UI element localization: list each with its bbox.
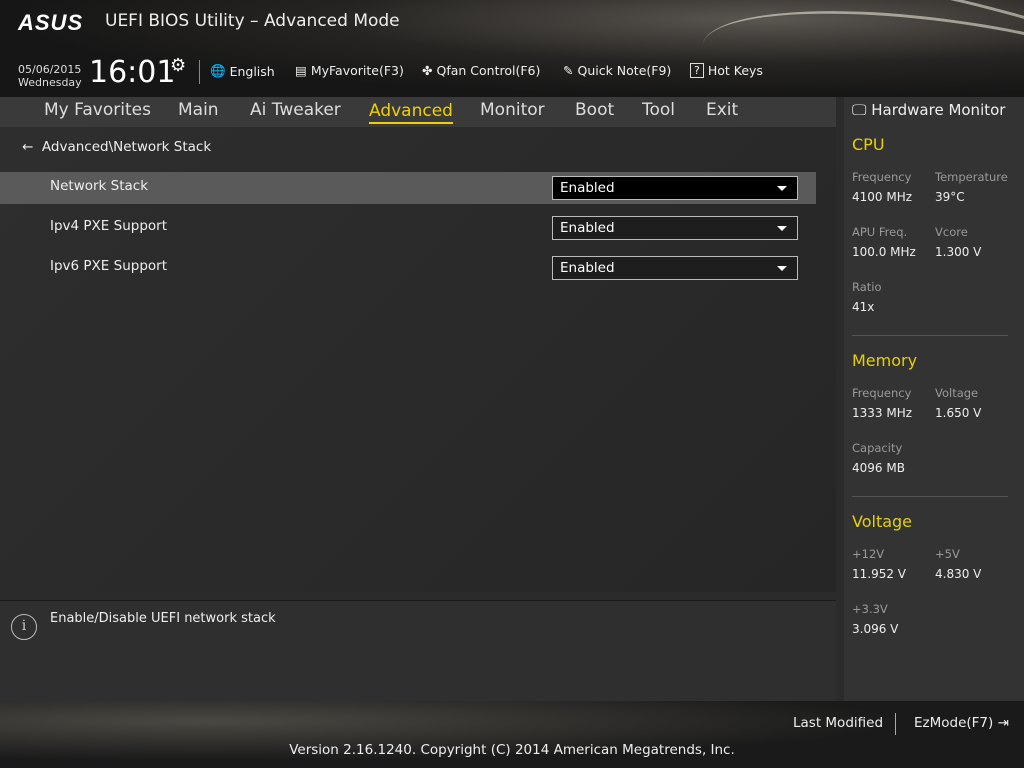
- dropdown-value: Enabled: [560, 180, 615, 196]
- setting-row-network-stack[interactable]: Network Stack Enabled: [0, 172, 816, 204]
- setting-label: Network Stack: [50, 178, 149, 194]
- tab-advanced[interactable]: Advanced: [369, 97, 453, 124]
- label: Qfan Control(F6): [436, 63, 541, 78]
- hw-title-text: Hardware Monitor: [871, 101, 1006, 119]
- myfavorite-button[interactable]: ▤ MyFavorite(F3): [295, 63, 404, 78]
- label: Hot Keys: [707, 63, 763, 78]
- footer: Last Modified EzMode(F7) ⇥ Version 2.16.…: [0, 701, 1024, 768]
- dropdown-value: Enabled: [560, 260, 615, 276]
- hardware-monitor: 🖵 Hardware Monitor CPU Frequency 4100 MH…: [844, 97, 1024, 701]
- label: Capacity: [852, 441, 903, 455]
- ipv6-pxe-dropdown[interactable]: Enabled: [552, 256, 798, 280]
- monitor-icon: 🖵: [852, 101, 867, 119]
- value: 1333 MHz: [852, 406, 913, 420]
- divider: [895, 713, 896, 735]
- value: 1.300 V: [935, 245, 982, 259]
- value: 39°C: [935, 190, 965, 204]
- label: Quick Note(F9): [577, 63, 672, 78]
- note-icon: ✎: [563, 63, 574, 78]
- value: 4100 MHz: [852, 190, 913, 204]
- main-tabs: My Favorites Main Ai Tweaker Advanced Mo…: [0, 97, 836, 127]
- cpu-heading: CPU: [852, 135, 885, 154]
- label: +5V: [935, 547, 960, 561]
- tab-my-favorites[interactable]: My Favorites: [44, 97, 151, 120]
- settings-panel: ← Advanced\Network Stack Network Stack En…: [0, 127, 836, 592]
- label: English: [229, 63, 275, 79]
- hw-title: 🖵 Hardware Monitor: [852, 101, 1005, 119]
- value: 41x: [852, 300, 875, 314]
- favorite-list-icon: ▤: [295, 63, 307, 78]
- setting-label: Ipv6 PXE Support: [50, 258, 167, 274]
- network-stack-dropdown[interactable]: Enabled: [552, 176, 798, 200]
- day-text: Wednesday: [18, 76, 82, 89]
- breadcrumb-text: Advanced\Network Stack: [41, 139, 212, 155]
- app-title: UEFI BIOS Utility – Advanced Mode: [105, 11, 400, 31]
- divider: [852, 335, 1008, 336]
- setting-label: Ipv4 PXE Support: [50, 218, 167, 234]
- info-icon: i: [11, 614, 37, 640]
- chevron-down-icon: [777, 186, 787, 191]
- divider: [852, 496, 1008, 497]
- dropdown-value: Enabled: [560, 220, 615, 236]
- breadcrumb[interactable]: ← Advanced\Network Stack: [22, 139, 211, 155]
- label: Ratio: [852, 280, 882, 294]
- ezmode-button[interactable]: EzMode(F7) ⇥: [914, 715, 1009, 731]
- help-panel: i Enable/Disable UEFI network stack: [0, 600, 836, 701]
- date-text: 05/06/2015: [18, 63, 82, 76]
- label: Frequency: [852, 386, 912, 400]
- value: 4.830 V: [935, 567, 982, 581]
- clock: 16:01: [89, 55, 176, 90]
- help-text: Enable/Disable UEFI network stack: [50, 611, 276, 626]
- ipv4-pxe-dropdown[interactable]: Enabled: [552, 216, 798, 240]
- value: 3.096 V: [852, 622, 899, 636]
- tab-tool[interactable]: Tool: [642, 97, 675, 120]
- label: APU Freq.: [852, 225, 908, 239]
- label: MyFavorite(F3): [310, 63, 404, 78]
- gear-icon[interactable]: ⚙: [170, 55, 186, 76]
- memory-heading: Memory: [852, 351, 918, 370]
- fan-icon: ✤: [422, 63, 433, 78]
- tab-main[interactable]: Main: [178, 97, 219, 120]
- divider: [199, 60, 200, 84]
- value: 4096 MB: [852, 461, 905, 475]
- value: 100.0 MHz: [852, 245, 916, 259]
- label: +3.3V: [852, 602, 888, 616]
- voltage-heading: Voltage: [852, 512, 913, 531]
- tab-exit[interactable]: Exit: [706, 97, 738, 120]
- label: +12V: [852, 547, 885, 561]
- tab-ai-tweaker[interactable]: Ai Tweaker: [250, 97, 341, 120]
- label: Frequency: [852, 170, 912, 184]
- setting-row-ipv4-pxe[interactable]: Ipv4 PXE Support Enabled: [0, 212, 816, 244]
- version-text: Version 2.16.1240. Copyright (C) 2014 Am…: [289, 742, 735, 758]
- chevron-down-icon: [777, 226, 787, 231]
- quicknote-button[interactable]: ✎ Quick Note(F9): [563, 63, 671, 78]
- label: Vcore: [935, 225, 968, 239]
- help-icon: ?: [690, 63, 704, 78]
- exit-icon: ⇥: [993, 715, 1009, 731]
- chevron-down-icon: [777, 266, 787, 271]
- tab-boot[interactable]: Boot: [575, 97, 614, 120]
- tab-monitor[interactable]: Monitor: [480, 97, 545, 120]
- asus-logo: ASUS: [18, 10, 84, 35]
- language-button[interactable]: 🌐 English: [210, 63, 275, 79]
- hotkeys-button[interactable]: ? Hot Keys: [690, 63, 763, 78]
- value: 1.650 V: [935, 406, 982, 420]
- label: Temperature: [935, 170, 1008, 184]
- last-modified-button[interactable]: Last Modified: [793, 715, 883, 731]
- label: EzMode(F7): [914, 715, 994, 731]
- qfan-button[interactable]: ✤ Qfan Control(F6): [422, 63, 540, 78]
- back-arrow-icon[interactable]: ←: [22, 139, 33, 155]
- globe-icon: 🌐: [210, 63, 226, 78]
- label: Voltage: [935, 386, 979, 400]
- value: 11.952 V: [852, 567, 907, 581]
- header: ASUS UEFI BIOS Utility – Advanced Mode 0…: [0, 0, 1024, 97]
- setting-row-ipv6-pxe[interactable]: Ipv6 PXE Support Enabled: [0, 252, 816, 284]
- date: 05/06/2015 Wednesday: [18, 63, 82, 89]
